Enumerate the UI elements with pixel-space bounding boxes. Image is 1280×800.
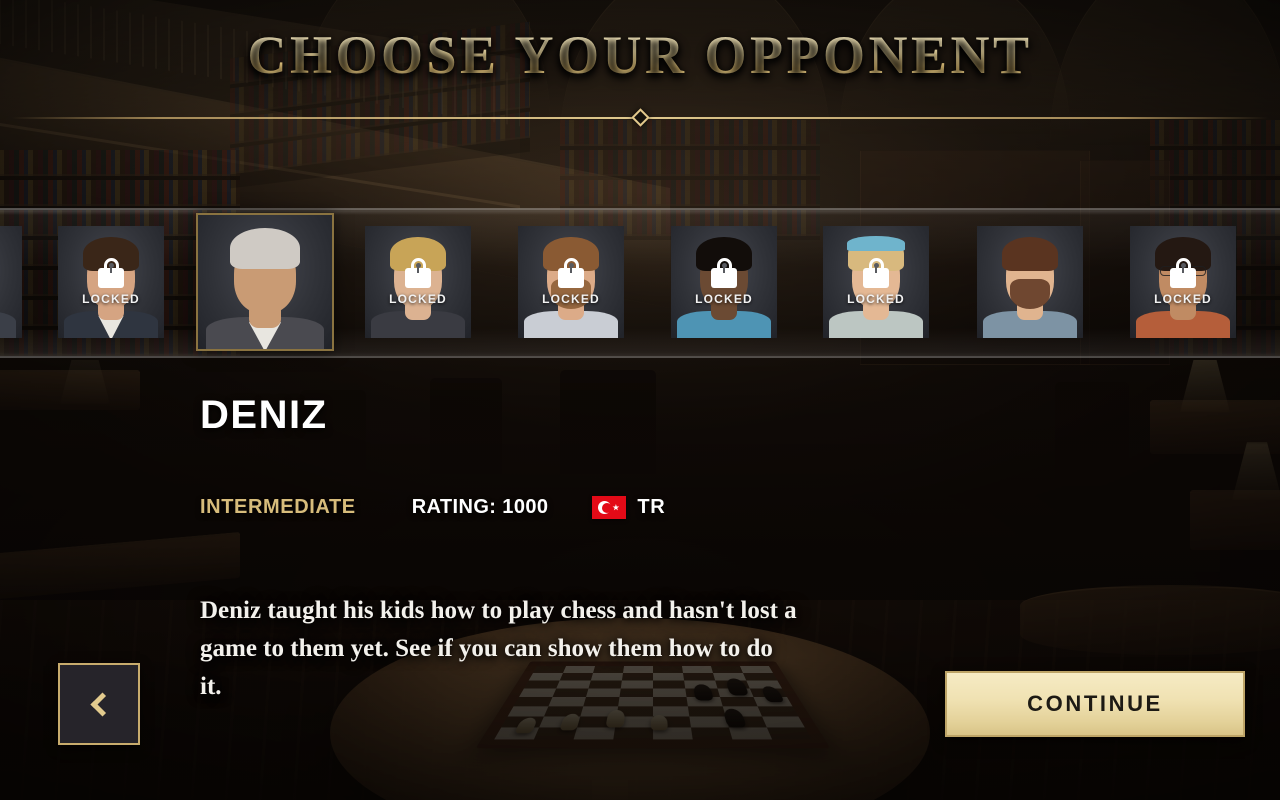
locked-overlay: LOCKED bbox=[58, 226, 164, 338]
locked-overlay: LOCKED bbox=[1130, 226, 1236, 338]
opponent-country: TR bbox=[592, 496, 665, 519]
opponent-description: Deniz taught his kids how to play chess … bbox=[200, 597, 797, 700]
opponent-rating: RATING: 1000 bbox=[411, 496, 549, 518]
opponent-avatar-woman-glasses[interactable]: LOCKED bbox=[1130, 226, 1236, 338]
opponent-avatar-young-man-suit[interactable]: LOCKED bbox=[58, 226, 164, 338]
locked-label: LOCKED bbox=[82, 292, 140, 306]
avatar-portrait bbox=[977, 226, 1083, 338]
back-button[interactable] bbox=[58, 663, 140, 745]
chair bbox=[430, 378, 502, 474]
page-title: CHOOSE YOUR OPPONENT bbox=[0, 24, 1280, 86]
locked-overlay: LOCKED bbox=[823, 226, 929, 338]
locked-label: LOCKED bbox=[389, 292, 447, 306]
continue-button-label: CONTINUE bbox=[1027, 691, 1163, 716]
locked-label: LOCKED bbox=[542, 292, 600, 306]
chess-piece-white bbox=[605, 709, 626, 728]
opponent-avatar-smiling-man[interactable]: LOCKED bbox=[671, 226, 777, 338]
lock-icon bbox=[1170, 258, 1196, 288]
turkey-flag-icon bbox=[592, 496, 627, 519]
chevron-left-icon bbox=[89, 691, 115, 717]
locked-overlay: LOCKED bbox=[518, 226, 624, 338]
country-code: TR bbox=[637, 496, 666, 518]
opponent-select-screen: CHOOSE YOUR OPPONENT LOCKED LOCKED LOCKED L… bbox=[0, 0, 1280, 800]
opponent-avatar-bearded-ginger[interactable]: LOCKED bbox=[518, 226, 624, 338]
lock-icon bbox=[405, 258, 431, 288]
lock-icon bbox=[711, 258, 737, 288]
chair bbox=[560, 370, 656, 474]
continue-button[interactable]: CONTINUE bbox=[945, 671, 1245, 737]
lock-icon bbox=[558, 258, 584, 288]
opponent-avatar-woman-headband[interactable]: LOCKED bbox=[823, 226, 929, 338]
locked-overlay: LOCKED bbox=[0, 226, 22, 338]
locked-label: LOCKED bbox=[847, 292, 905, 306]
opponent-avatar-deniz[interactable] bbox=[196, 213, 334, 351]
opponent-avatar-bearded-man[interactable] bbox=[977, 226, 1083, 338]
avatar-portrait bbox=[198, 215, 332, 349]
opponent-carousel[interactable]: LOCKED LOCKED LOCKED LOCKED LOCKED LOCKED LOCK… bbox=[0, 212, 1280, 354]
opponent-name: DENIZ bbox=[200, 393, 328, 437]
locked-overlay: LOCKED bbox=[365, 226, 471, 338]
locked-label: LOCKED bbox=[1154, 292, 1212, 306]
opponent-level-badge: INTERMEDIATE bbox=[200, 496, 356, 518]
locked-overlay: LOCKED bbox=[671, 226, 777, 338]
opponent-avatar-blond-young-man[interactable]: LOCKED bbox=[365, 226, 471, 338]
lock-icon bbox=[98, 258, 124, 288]
table-lamp bbox=[1180, 360, 1230, 412]
opponent-avatar-partial-left[interactable]: LOCKED bbox=[0, 226, 22, 338]
locked-label: LOCKED bbox=[695, 292, 753, 306]
lock-icon bbox=[863, 258, 889, 288]
reading-table bbox=[1020, 585, 1280, 655]
chess-piece-white bbox=[650, 715, 668, 731]
chair bbox=[1055, 382, 1129, 486]
table-lamp bbox=[60, 360, 110, 404]
opponent-meta-row: INTERMEDIATE RATING: 1000 TR bbox=[200, 496, 665, 519]
